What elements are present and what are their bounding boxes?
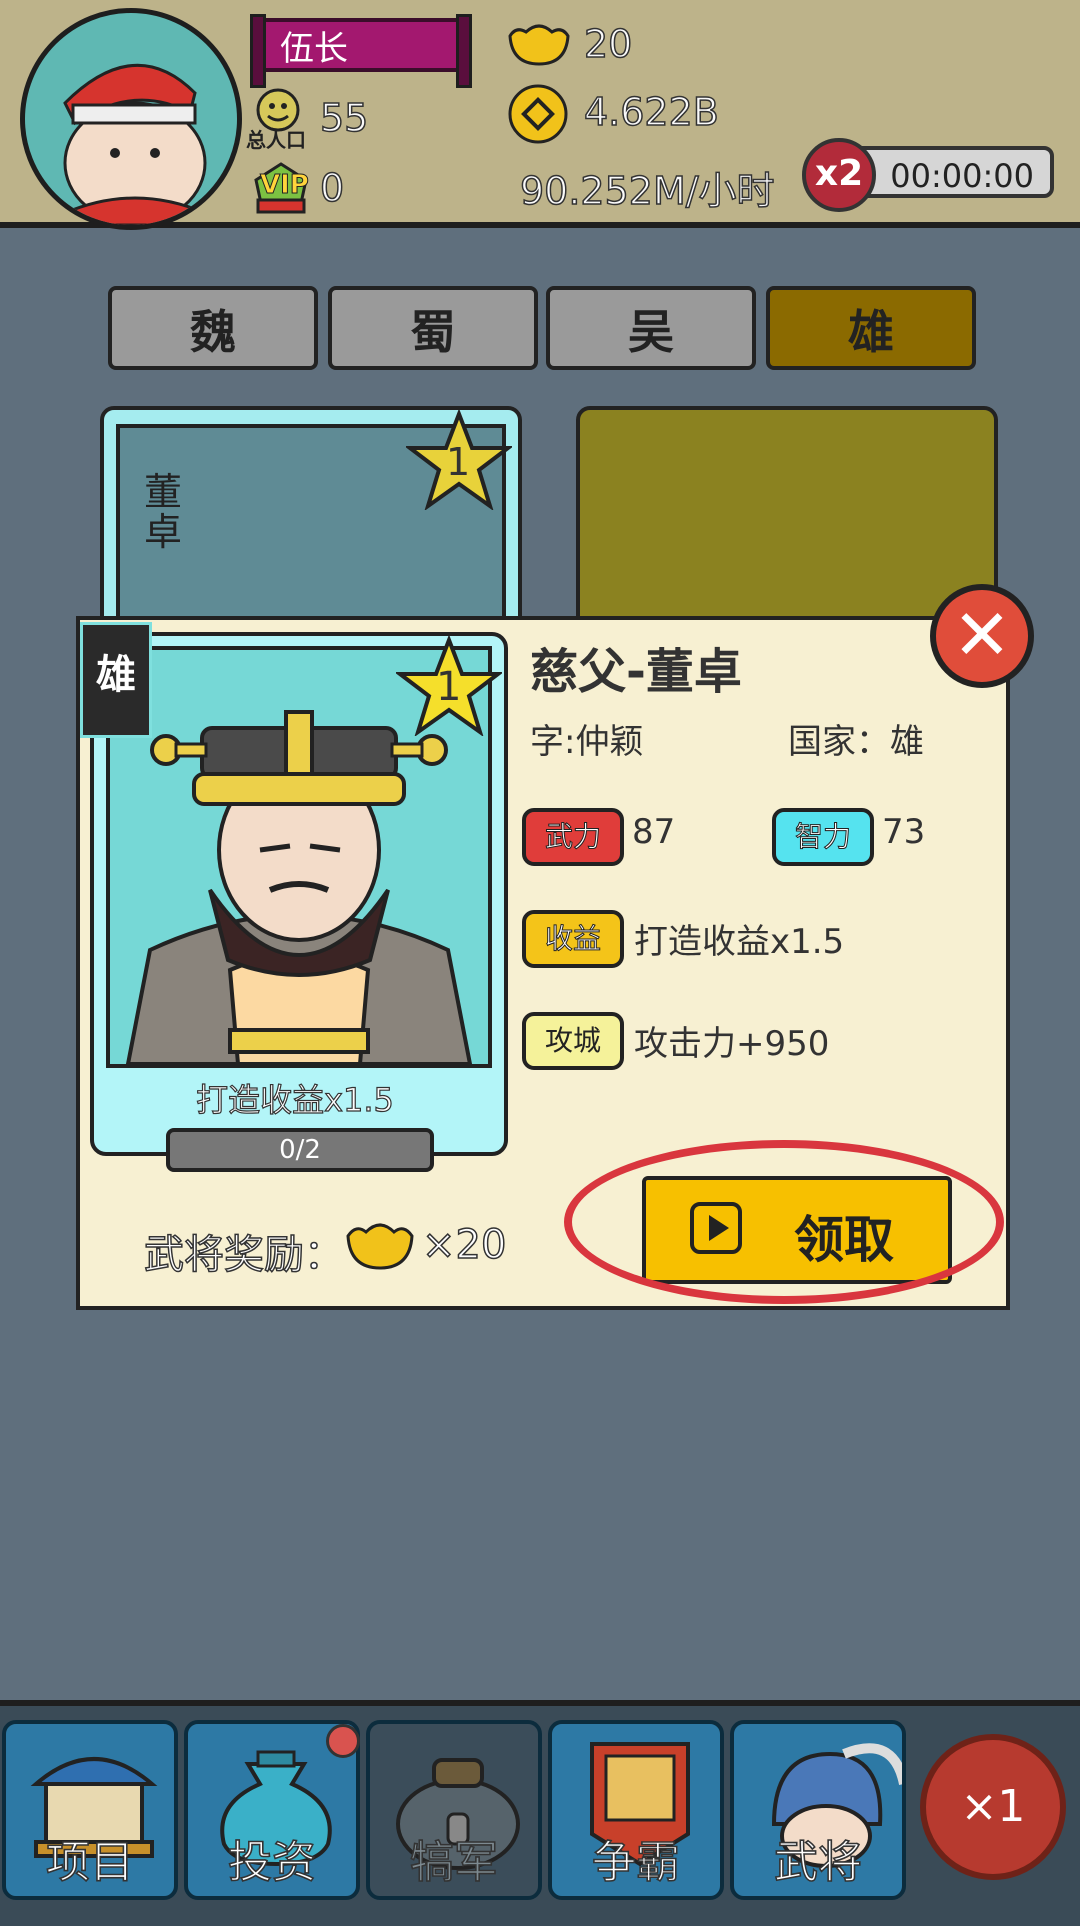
hero-name: 慈父-董卓	[530, 644, 742, 700]
card-progress: 0/2	[166, 1128, 434, 1172]
rank-title: 伍长	[250, 14, 472, 88]
hero-country: 国家：雄	[788, 722, 924, 762]
nav-projects[interactable]: 项目	[2, 1720, 178, 1900]
income-badge: 收益	[522, 910, 624, 968]
notification-dot	[326, 1724, 360, 1758]
population-label: 总人口	[246, 128, 306, 152]
nav-label: 投资	[227, 1836, 317, 1889]
faction-banner: 雄	[80, 622, 152, 738]
close-button[interactable]: ✕	[930, 584, 1034, 688]
force-value: 87	[632, 812, 676, 852]
population-value: 55	[319, 95, 369, 141]
income-rate: 90.252M/小时	[519, 168, 775, 214]
intel-value: 73	[882, 812, 926, 852]
force-badge: 武力	[522, 808, 624, 866]
speed-multiplier-button[interactable]: ×1	[920, 1734, 1066, 1880]
hero-card-star-level: 1	[446, 440, 471, 484]
nav-reward-army[interactable]: 犒军	[366, 1720, 542, 1900]
nav-label: 犒军	[409, 1836, 499, 1889]
ingot-count: 20	[583, 21, 633, 67]
tab-shu[interactable]: 蜀	[328, 286, 538, 370]
vip-label: VIP	[260, 170, 310, 201]
reward-ingot-icon	[344, 1216, 416, 1276]
tab-wei[interactable]: 魏	[108, 286, 318, 370]
courtesy-name: 字:仲颖	[530, 722, 644, 762]
vip-value: 0	[319, 165, 345, 211]
coin-count: 4.622B	[583, 89, 719, 135]
coin-icon	[506, 82, 570, 150]
siege-badge: 攻城	[522, 1012, 624, 1070]
gold-ingot-icon	[506, 18, 572, 72]
vip-icon[interactable]: VIP	[250, 160, 312, 216]
reward-label: 武将奖励：	[143, 1231, 345, 1279]
double-boost-button[interactable]: x2	[802, 138, 876, 212]
nav-hegemony[interactable]: 争霸	[548, 1720, 724, 1900]
player-avatar[interactable]	[20, 8, 242, 230]
card-bonus-text: 打造收益x1.5	[195, 1080, 394, 1119]
nav-label: 项目	[45, 1836, 135, 1889]
intel-badge: 智力	[772, 808, 874, 866]
income-value: 打造收益x1.5	[634, 922, 845, 962]
tab-wu[interactable]: 吴	[546, 286, 756, 370]
star-level: 1	[436, 664, 462, 710]
siege-value: 攻击力+950	[634, 1024, 830, 1064]
hero-card-star-icon: 1	[404, 408, 514, 514]
avatar-portrait-icon	[63, 63, 207, 225]
star-level-icon: 1	[394, 634, 504, 740]
nav-label: 武将	[773, 1836, 863, 1889]
tab-xiong[interactable]: 雄	[766, 286, 976, 370]
highlight-ring	[564, 1140, 1004, 1304]
nav-label: 争霸	[591, 1836, 681, 1889]
reward-amount: ×20	[421, 1221, 507, 1269]
hero-card-name: 董卓	[144, 470, 183, 554]
nav-generals[interactable]: 武将	[730, 1720, 906, 1900]
